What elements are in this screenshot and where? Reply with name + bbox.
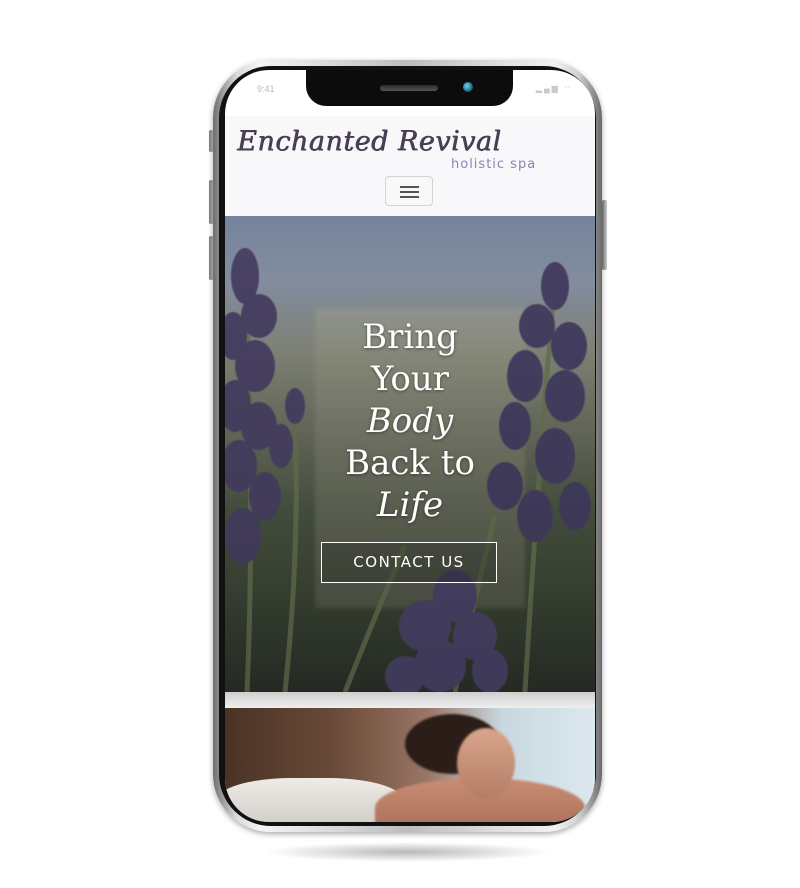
logo-title: Enchanted Revival xyxy=(237,126,502,157)
hero-title-line: Back to xyxy=(345,443,475,483)
phone-notch xyxy=(306,70,513,106)
phone-shadow xyxy=(262,842,552,862)
phone-screen: 9:41 ▂▄▆ ◠ Enchanted Revival holistic sp… xyxy=(225,70,595,822)
hero-title-line-italic: Body xyxy=(366,401,454,441)
phone-power-button xyxy=(602,200,607,270)
spa-image-section xyxy=(225,708,595,822)
front-camera-icon xyxy=(463,82,473,92)
section-divider xyxy=(225,692,595,708)
hero-title: Bring Your Body Back to Life xyxy=(225,316,595,526)
menu-toggle-button[interactable] xyxy=(385,176,433,206)
hamburger-icon-bar xyxy=(400,191,419,193)
hero-title-line: Bring xyxy=(362,317,458,357)
site-logo[interactable]: Enchanted Revival holistic spa xyxy=(237,126,583,174)
logo-subtitle: holistic spa xyxy=(451,157,537,172)
status-time: 9:41 xyxy=(257,84,275,94)
hero-title-line: Your xyxy=(370,359,450,399)
contact-us-button[interactable]: CONTACT US xyxy=(321,542,497,583)
status-icons: ▂▄▆ ◠ xyxy=(535,84,573,93)
hero-section: Bring Your Body Back to Life CONTACT US xyxy=(225,216,595,692)
site-header: Enchanted Revival holistic spa xyxy=(225,116,595,216)
hero-title-line-italic: Life xyxy=(376,485,444,525)
spa-client-face xyxy=(457,728,515,798)
speaker-grille xyxy=(380,85,438,91)
hamburger-icon xyxy=(400,186,419,188)
hamburger-icon-bar xyxy=(400,196,419,198)
